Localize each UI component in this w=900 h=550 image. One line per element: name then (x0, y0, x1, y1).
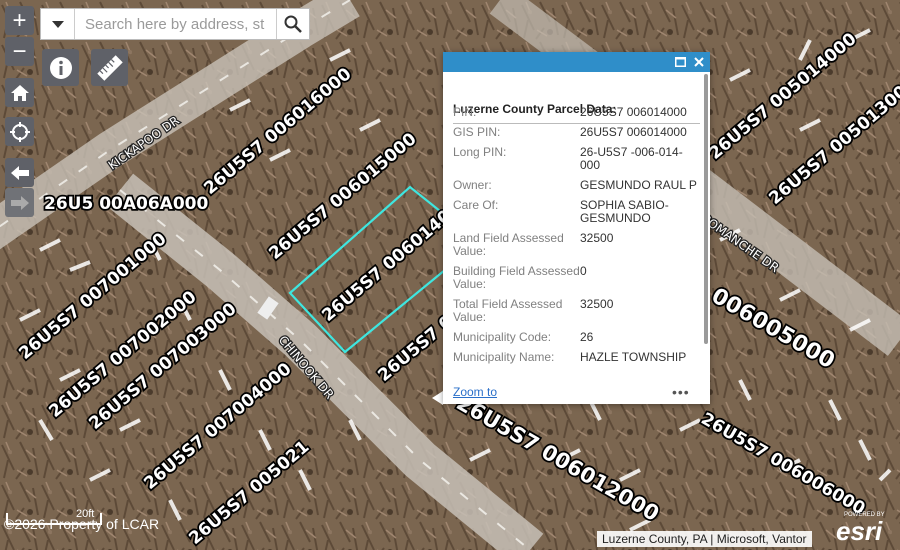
zoom-out-button[interactable]: − (5, 37, 34, 66)
maximize-icon[interactable] (675, 57, 686, 67)
attribute-row: Care Of: SOPHIA SABIO-GESMUNDO (453, 199, 701, 225)
popup-pointer (432, 391, 443, 405)
search-bar (40, 8, 310, 40)
attribute-key: PIN: (453, 106, 477, 119)
forward-button[interactable] (5, 188, 34, 217)
attribute-key: Municipality Name: (453, 350, 555, 364)
attribute-row: Long PIN: 26-U5S7 -006-014-000 (453, 146, 701, 172)
attribute-key: Care Of: (453, 198, 499, 212)
attribute-key: Total Field Assessed Value: (453, 297, 563, 324)
attribute-row: GIS PIN: 26U5S7 006014000 (453, 126, 701, 139)
attribute-row: Land Field Assessed Value: 32500 (453, 232, 701, 258)
attribute-key: Land Field Assessed Value: (453, 231, 564, 258)
attribute-value: 26-U5S7 -006-014-000 (580, 145, 683, 172)
attribute-row: PIN: 26U5S7 006014000 (453, 106, 701, 119)
zoom-to-link[interactable]: Zoom to (453, 385, 497, 399)
attribute-key: Municipality Code: (453, 330, 552, 344)
copyright-text: ©2026 Property of LCAR (4, 516, 160, 532)
attribute-value: HAZLE TOWNSHIP (580, 350, 687, 364)
map-attribution: Luzerne County, PA | Microsoft, Vantor (597, 531, 812, 547)
minus-icon: − (12, 37, 27, 65)
home-button[interactable] (5, 78, 34, 107)
attribute-value: 0 (580, 264, 587, 278)
attribute-value: 32500 (580, 231, 614, 245)
attribute-key: Building Field Assessed Value: (453, 264, 580, 291)
popup-body: PIN: 26U5S7 006014000 GIS PIN: 26U5S7 00601… (443, 106, 703, 406)
ruler-icon (96, 54, 123, 81)
search-input[interactable] (75, 9, 276, 39)
info-icon (49, 56, 72, 79)
close-icon[interactable] (694, 57, 704, 67)
locate-button[interactable] (5, 117, 34, 146)
attribute-key: GIS PIN: (453, 125, 501, 139)
attribute-row: Municipality Name: HAZLE TOWNSHIP (453, 351, 701, 364)
zoom-in-button[interactable]: + (5, 6, 34, 35)
esri-logo[interactable]: POWERED BY esri (836, 512, 894, 548)
back-button[interactable] (5, 158, 34, 187)
caret-down-icon (51, 20, 64, 28)
arrow-left-icon (10, 165, 29, 180)
popup-scrollbar[interactable] (704, 74, 708, 344)
parcel-label: 26U5 00A06A000 (44, 194, 208, 214)
attribute-key: Owner: (453, 178, 492, 192)
attribute-value: 26U5S7 006014000 (580, 106, 687, 119)
attribute-value: GESMUNDO RAUL P (580, 178, 697, 192)
home-icon (10, 84, 29, 101)
plus-icon: + (12, 6, 27, 34)
parcel-popup: Luzerne County Parcel Data: PIN: 26U5S7 0… (443, 52, 710, 404)
attribute-table: PIN: 26U5S7 006014000 GIS PIN: 26U5S7 00601… (453, 106, 701, 371)
search-icon (284, 15, 302, 33)
attribute-value: 32500 (580, 297, 614, 311)
popup-header (443, 52, 710, 72)
attribute-row: Owner: GESMUNDO RAUL P (453, 179, 701, 192)
attribute-row: Total Field Assessed Value: 32500 (453, 298, 701, 324)
search-source-dropdown[interactable] (41, 9, 75, 39)
attribute-value: 26 (580, 330, 594, 344)
attribute-key: Long PIN: (453, 145, 507, 159)
esri-wordmark: esri (836, 516, 883, 546)
arrow-right-icon (10, 195, 29, 210)
attribute-row: Building Field Assessed Value: 0 (453, 265, 701, 291)
attribute-row: Municipality Code: 26 (453, 331, 701, 344)
locate-icon (9, 121, 30, 142)
measure-button[interactable] (91, 49, 128, 86)
search-button[interactable] (276, 9, 309, 39)
more-actions-button[interactable]: ••• (672, 384, 690, 400)
attribute-value: 26U5S7 006014000 (580, 125, 687, 139)
info-button[interactable] (42, 49, 79, 86)
attribute-value: SOPHIA SABIO-GESMUNDO (580, 198, 669, 225)
